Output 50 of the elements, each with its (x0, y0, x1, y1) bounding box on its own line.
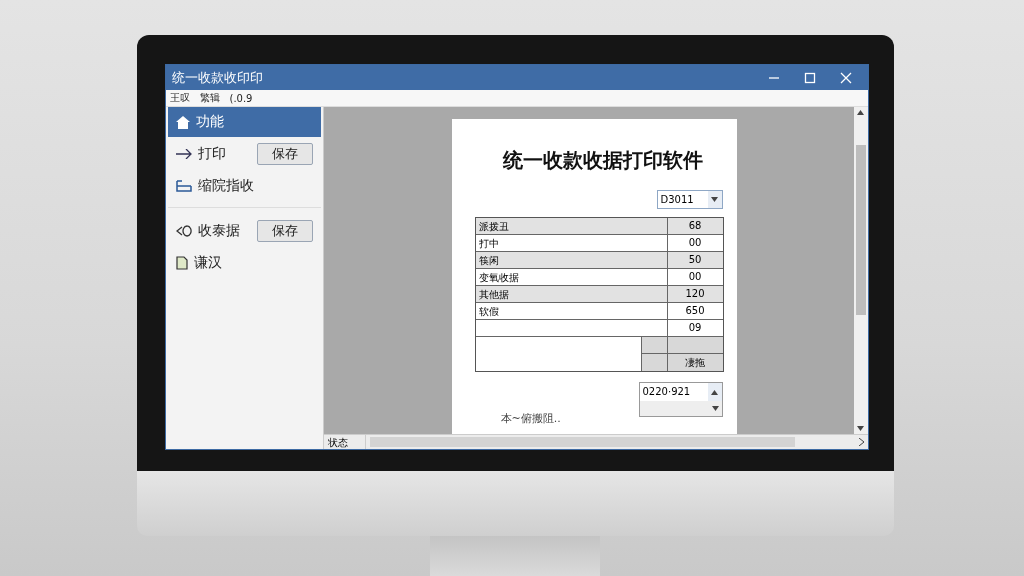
caret-icon (857, 426, 864, 431)
table-cell: 68 (666, 218, 723, 235)
tray-icon (175, 180, 192, 192)
table-cell (640, 354, 667, 371)
date-dropdown[interactable]: 0220·921 (638, 382, 723, 417)
code-dropdown[interactable]: D3011 (656, 190, 723, 209)
chevron-right-icon (858, 438, 864, 446)
window-title: 统一收款收印印 (171, 68, 264, 87)
maximize-icon[interactable] (803, 71, 816, 84)
note-text: 本~俯搬阻.. (500, 411, 561, 426)
save-button[interactable]: 保存 (256, 143, 313, 165)
table-cell: 凄拖 (666, 354, 723, 371)
menu-item[interactable]: 王叹 (169, 91, 190, 105)
sidebar-item[interactable]: 谦汉 (167, 248, 321, 278)
sidebar-label: 打印 (197, 145, 227, 163)
table-cell: 120 (666, 286, 723, 303)
sidebar-label: 缩院指收 (197, 177, 255, 195)
home-icon (175, 115, 190, 129)
sidebar-item[interactable]: 打印 保存 (167, 137, 321, 171)
table-cell: 00 (666, 269, 723, 286)
table-cell: 50 (666, 252, 723, 269)
caret-icon (857, 110, 864, 115)
sidebar-item[interactable]: 缩院指收 (167, 171, 321, 201)
close-icon[interactable] (839, 71, 852, 84)
table-cell: 09 (666, 320, 723, 337)
caret-icon (711, 389, 718, 395)
table-cell: 650 (666, 303, 723, 320)
table-cell: 00 (666, 235, 723, 252)
table-cell: 筷闲 (475, 252, 667, 269)
caret-icon (711, 197, 718, 202)
menu-item[interactable]: 繁辑 (199, 91, 220, 105)
table-cell: 变氧收据 (475, 269, 667, 286)
table-cell (640, 337, 667, 354)
sidebar-label: 收泰据 (197, 222, 241, 240)
cycle-icon (175, 225, 192, 237)
sidebar-label: 功能 (195, 113, 225, 131)
table-cell: 打中 (475, 235, 667, 252)
sidebar-label: 谦汉 (193, 254, 223, 272)
caret-icon (711, 406, 719, 411)
document-icon (175, 256, 188, 270)
save-button[interactable]: 保存 (256, 220, 313, 242)
table-cell: 其他据 (475, 286, 667, 303)
sidebar-item[interactable]: 收泰据 保存 (167, 214, 321, 248)
menu-item[interactable]: (.0.9 (229, 92, 253, 104)
table-cell (666, 337, 723, 354)
sidebar-item[interactable]: 功能 (167, 107, 321, 137)
arrow-icon (175, 149, 192, 159)
status-label: 状态 (323, 435, 366, 449)
table-cell: 派拨丑 (475, 218, 667, 235)
document-title: 统一收款收据打印软件 (501, 147, 704, 174)
